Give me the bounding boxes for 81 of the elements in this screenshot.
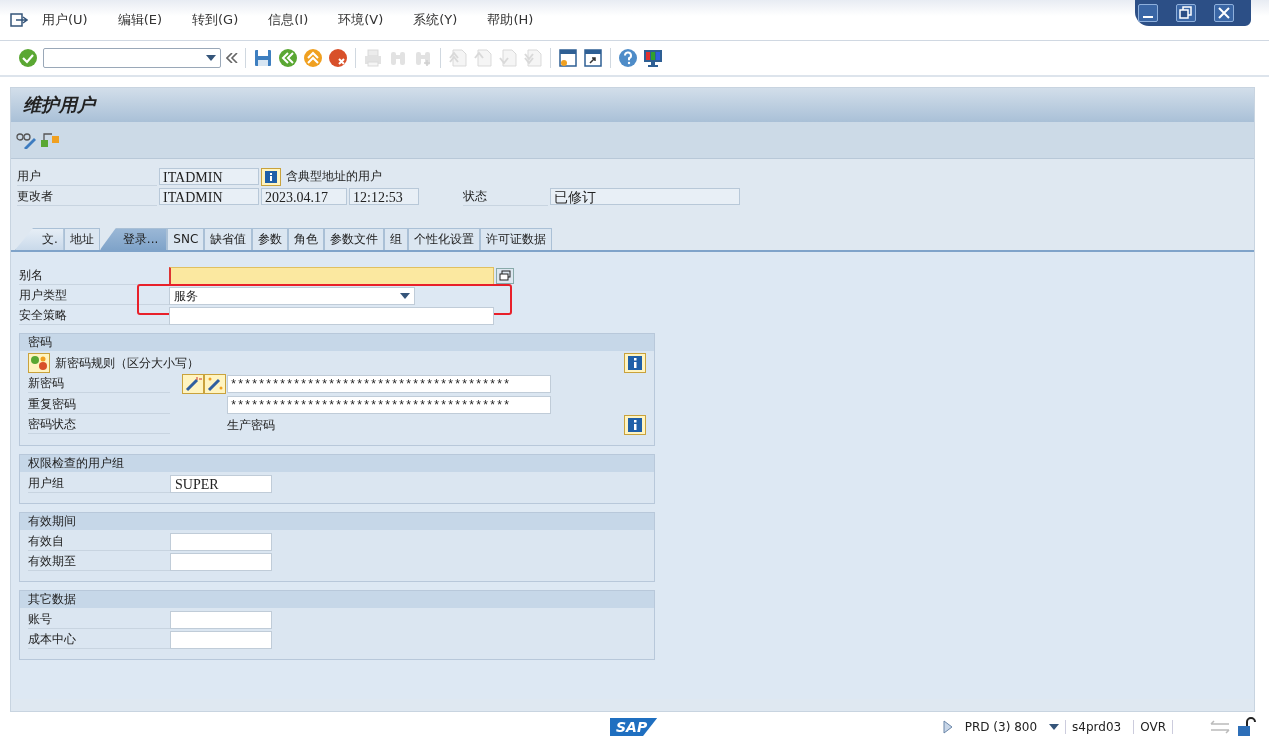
new-window-icon[interactable] (558, 48, 578, 68)
menu-icon[interactable] (10, 12, 28, 28)
wand-icon[interactable] (182, 374, 204, 394)
dropdown-icon[interactable] (400, 292, 410, 299)
exit-icon[interactable] (303, 48, 323, 68)
tab[interactable]: 参数 (252, 228, 289, 250)
insert-mode[interactable]: OVR (1133, 720, 1173, 734)
expand-arrow-icon[interactable] (942, 720, 953, 734)
menu-item[interactable]: 编辑(E) (117, 11, 163, 29)
info-icon[interactable] (624, 415, 646, 435)
tab[interactable]: 缺省值 (204, 228, 253, 250)
menu-item[interactable]: 帮助(H) (487, 11, 534, 29)
group-title: 其它数据 (20, 591, 654, 608)
menu-item[interactable]: 信息(I) (268, 11, 309, 29)
field-label: 密码状态 (28, 416, 170, 434)
collapse-icon[interactable] (226, 53, 238, 63)
time-field: 12:12:53 (349, 188, 419, 205)
dropdown-icon[interactable] (206, 55, 216, 61)
menu-item[interactable]: 用户(U) (42, 11, 88, 29)
field-label: 重复密码 (28, 395, 170, 414)
rule-text: 新密码规则（区分大小写） (55, 354, 199, 372)
group-title: 密码 (20, 334, 654, 351)
status-field: 已修订 (550, 188, 740, 205)
field-label: 新密码 (28, 375, 170, 393)
tab[interactable]: SNC (167, 228, 205, 250)
check-icon[interactable] (18, 48, 38, 68)
input-field[interactable] (170, 630, 272, 649)
tab[interactable]: 地址 (63, 228, 100, 250)
unlocked-icon[interactable] (1237, 717, 1257, 737)
user-type-dropdown[interactable]: 服务 (169, 286, 415, 305)
tab[interactable]: 个性化设置 (408, 228, 481, 250)
screen-title: 维护用户 (11, 88, 1254, 122)
arrows-icon[interactable] (1209, 720, 1231, 734)
status-text: 生产密码 (226, 416, 276, 434)
menu-item[interactable]: 环境(V) (338, 11, 384, 29)
user-description: 含典型地址的用户 (286, 168, 382, 185)
system-info[interactable]: PRD (3) 800 (958, 720, 1044, 734)
shortcut-window-icon[interactable] (583, 48, 603, 68)
menu-item[interactable]: 系统(Y) (413, 11, 458, 29)
info-icon[interactable] (624, 353, 646, 373)
server-name: s4prd03 (1065, 720, 1128, 734)
tab[interactable]: 角色 (288, 228, 325, 250)
tab[interactable]: 参数文件 (324, 228, 385, 250)
multiple-selection-icon[interactable] (496, 267, 514, 284)
wand-sparkle-icon[interactable] (204, 374, 226, 394)
switch-icon[interactable] (40, 131, 60, 149)
password-rules-icon[interactable] (28, 353, 50, 373)
date-field: 2023.04.17 (261, 188, 347, 205)
cancel-icon[interactable] (328, 48, 348, 68)
tab[interactable]: 许可证数据 (480, 228, 553, 250)
input-field[interactable]: SUPER (170, 474, 272, 493)
sap-logo: SAP (610, 718, 658, 736)
glasses-pencil-icon[interactable] (16, 131, 38, 149)
user-field: ITADMIN (159, 168, 259, 185)
monitor-icon[interactable] (643, 48, 663, 68)
password-field[interactable]: **************************************** (227, 395, 551, 414)
command-field[interactable] (43, 48, 221, 68)
input-field[interactable] (170, 552, 272, 571)
alias-field[interactable] (169, 266, 494, 285)
restore-icon[interactable] (1176, 4, 1196, 22)
changed-by-field: ITADMIN (159, 188, 259, 205)
tab[interactable]: 登录... (99, 228, 168, 250)
menu-item[interactable]: 转到(G) (192, 11, 239, 29)
input-field[interactable] (170, 532, 272, 551)
group-title: 有效期间 (20, 513, 654, 530)
security-policy-field[interactable] (169, 306, 494, 325)
tab[interactable]: 组 (384, 228, 409, 250)
field-label: 状态 (463, 187, 548, 206)
password-field[interactable]: **************************************** (227, 375, 551, 393)
tab[interactable]: 文. (15, 228, 64, 250)
dropdown-icon[interactable] (1049, 724, 1060, 730)
input-field[interactable] (170, 610, 272, 629)
save-icon[interactable] (253, 48, 273, 68)
back-icon[interactable] (278, 48, 298, 68)
minimize-icon[interactable] (1138, 4, 1158, 22)
field-label: 更改者 (17, 187, 157, 206)
info-icon[interactable] (261, 167, 281, 186)
group-title: 权限检查的用户组 (20, 455, 654, 472)
help-icon[interactable] (618, 48, 638, 68)
close-icon[interactable] (1214, 4, 1234, 22)
field-label: 用户 (17, 167, 157, 186)
